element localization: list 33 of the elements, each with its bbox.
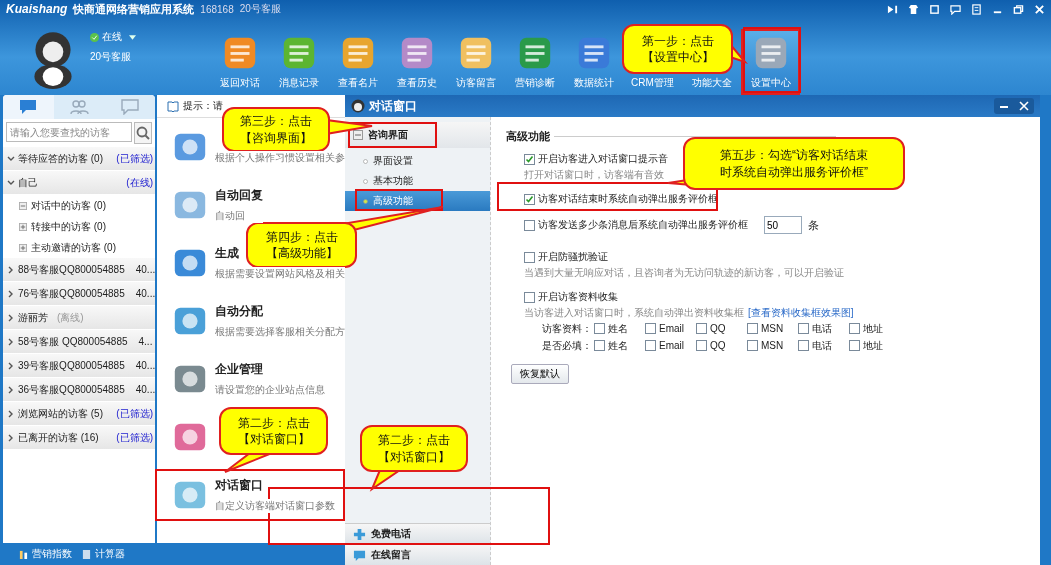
section-title: 高级功能 xyxy=(506,128,550,144)
hint-text: 提示：请 xyxy=(183,99,223,113)
option-hint: 当访客进入对话窗口时，系统自动弹出资料收集框 xyxy=(524,307,744,318)
group-extra: 40... xyxy=(135,264,155,275)
option-hint: 打开对话窗口时，访客端有音效 xyxy=(524,169,664,180)
settings-description: 根据需要选择客服相关分配方 xyxy=(215,325,345,339)
dialog-title: 对话窗口 xyxy=(369,97,417,115)
settings-description: 自动回 xyxy=(215,209,263,223)
row-label: 访客资料： xyxy=(542,321,593,336)
group-tag: (已筛选) xyxy=(116,430,155,445)
callout-tooltip: 第一步：点击 【设置中心】 xyxy=(622,24,733,74)
group-tag: (已筛选) xyxy=(116,151,155,166)
app-logo: Kuaishang xyxy=(6,2,68,16)
settings-description: 自定义访客端对话窗口参数 xyxy=(215,499,335,513)
unit-label: 条 xyxy=(808,217,819,233)
row-label: 是否必填： xyxy=(542,338,593,353)
group-tag: (已筛选) xyxy=(116,406,155,421)
settings-description: 根据个人操作习惯设置相关参 xyxy=(215,151,345,165)
group-extra: 40... xyxy=(135,384,155,395)
group-extra: 4... xyxy=(138,336,153,347)
group-tag: (离线) xyxy=(57,310,86,325)
app-title: 快商通网络营销应用系统 xyxy=(73,1,195,17)
account-number: 168168 xyxy=(200,3,234,15)
option-hint: 当遇到大量无响应对话，且咨询者为无访问轨迹的新访客，可以开启验证 xyxy=(524,267,844,278)
callout-tooltip: 第三步：点击 【咨询界面】 xyxy=(222,107,330,152)
group-extra: 40... xyxy=(135,288,155,299)
group-tag: (在线) xyxy=(126,175,155,190)
group-extra: 40... xyxy=(135,360,155,371)
settings-description: 请设置您的企业站点信息 xyxy=(215,383,325,397)
agent-name: 20号客服 xyxy=(239,2,281,16)
settings-description: 根据需要设置网站风格及相关 xyxy=(215,267,345,281)
user-name: 20号客服 xyxy=(90,50,133,64)
callout-tooltip: 第四步：点击 【高级功能】 xyxy=(246,222,357,268)
